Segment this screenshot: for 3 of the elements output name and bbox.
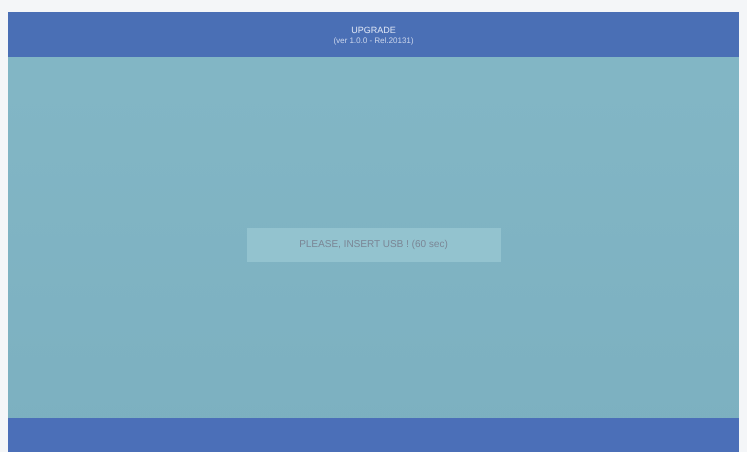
- message-box: PLEASE, INSERT USB ! (60 sec): [246, 228, 500, 262]
- header-title: UPGRADE: [351, 24, 396, 34]
- version-text: (ver 1.0.0 - Rel.20131): [333, 36, 414, 44]
